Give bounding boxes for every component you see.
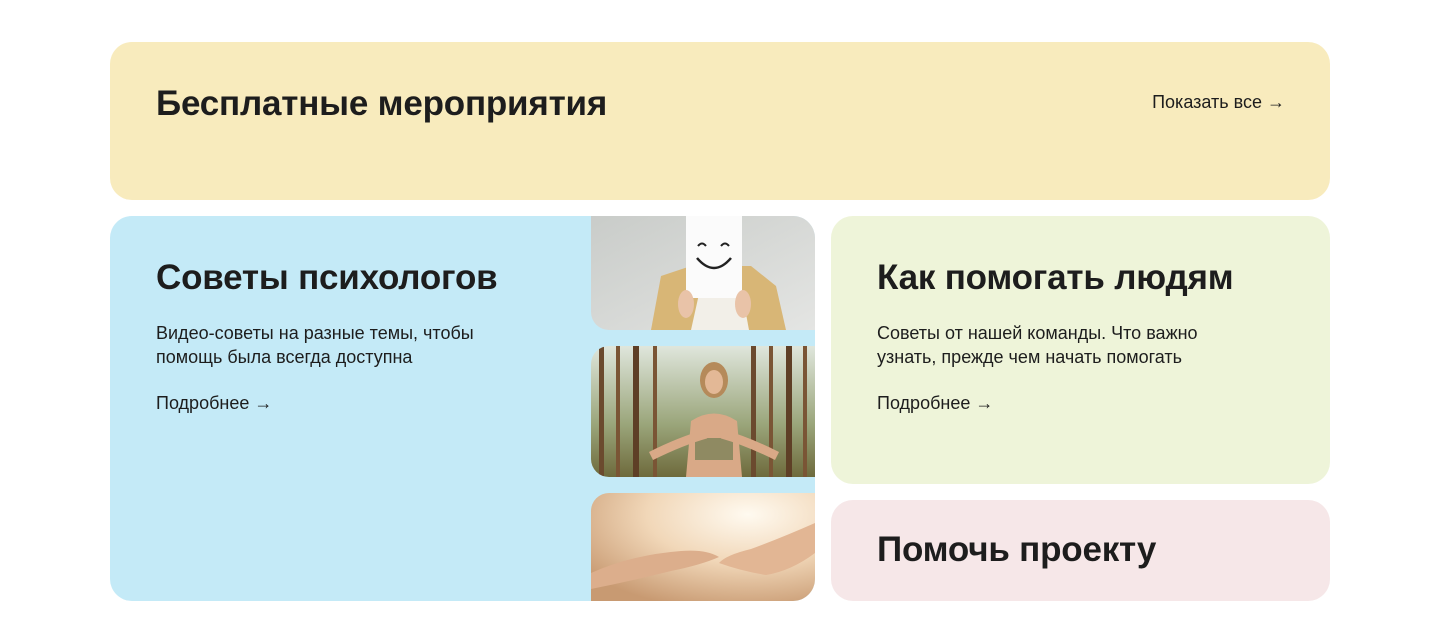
help-people-card[interactable]: Как помогать людям Советы от нашей коман… (831, 216, 1330, 484)
smiley-face-paper-photo (591, 216, 815, 330)
psychologists-card[interactable]: Советы психологов Видео-советы на разные… (110, 216, 815, 601)
woman-in-forest-photo (591, 346, 815, 477)
psychologists-description-line1: Видео-советы на разные темы, чтобы (156, 323, 474, 343)
show-all-link[interactable]: Показать все → (1152, 90, 1285, 114)
help-people-description-line1: Советы от нашей команды. Что важно (877, 323, 1198, 343)
psychologists-description-line2: помощь была всегда доступна (156, 347, 413, 367)
help-people-more-link[interactable]: Подробнее → (877, 391, 993, 415)
help-people-title: Как помогать людям (877, 258, 1234, 297)
donate-card[interactable]: Помочь проекту (831, 500, 1330, 601)
psychologists-description: Видео-советы на разные темы, чтобы помощ… (156, 321, 474, 369)
donate-title: Помочь проекту (877, 530, 1157, 569)
psychologists-more-link[interactable]: Подробнее → (156, 391, 272, 415)
psychologists-title: Советы психологов (156, 258, 498, 297)
reaching-hands-photo (591, 493, 815, 601)
help-people-description-line2: узнать, прежде чем начать помогать (877, 347, 1183, 367)
events-title: Бесплатные мероприятия (156, 84, 608, 123)
events-card[interactable]: Бесплатные мероприятия Показать все → (110, 42, 1330, 200)
help-people-description: Советы от нашей команды. Что важно узнат… (877, 321, 1198, 369)
